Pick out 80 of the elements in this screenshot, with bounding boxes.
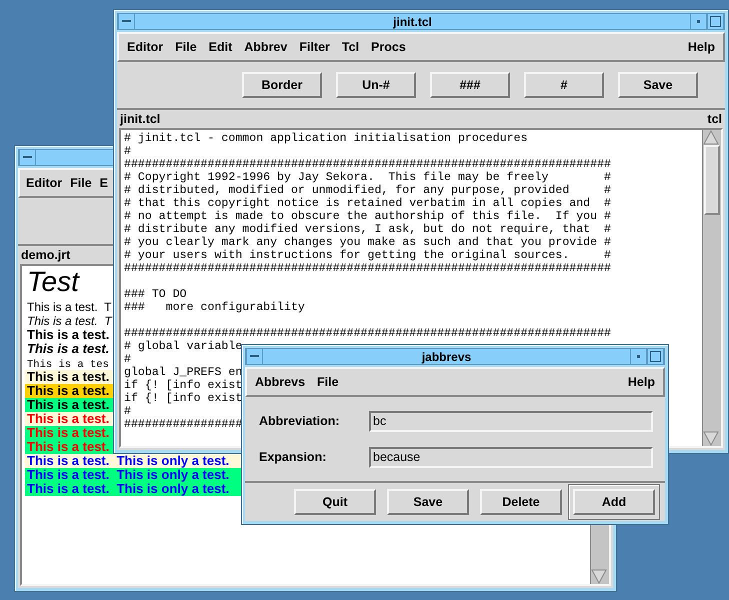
down-arrow-icon[interactable] bbox=[591, 569, 607, 584]
styled-text: This is a test. bbox=[27, 383, 110, 398]
styled-text: This is a test. bbox=[27, 341, 110, 356]
code-line: ###################################################################### bbox=[124, 262, 612, 275]
code-line: if {! [info exist bbox=[124, 379, 242, 392]
mode-label: tcl bbox=[707, 112, 722, 126]
toolbar-button[interactable]: ### bbox=[430, 72, 510, 98]
menu-item[interactable]: E bbox=[96, 174, 112, 192]
down-arrow-icon[interactable] bbox=[703, 431, 719, 446]
styled-text: This is a test. This is only a test. bbox=[27, 481, 230, 496]
window-menu-button[interactable] bbox=[118, 14, 135, 29]
code-line: # distributed, modified or unmodified, for any purpose, provided # bbox=[124, 184, 612, 197]
code-line: if {! [info exist bbox=[124, 392, 242, 405]
maximize-button[interactable] bbox=[647, 349, 664, 364]
window-menu-button[interactable] bbox=[19, 150, 36, 165]
styled-text: This is a test. T bbox=[27, 300, 112, 314]
menu-item[interactable]: Help bbox=[624, 373, 659, 391]
code-line: ### more configurability bbox=[124, 301, 305, 314]
code-line: # Copyright 1992-1996 by Jay Sekora. This file may be freely # bbox=[124, 171, 612, 184]
code-line: # distribute any modified versions, I ask, but do not require, that # bbox=[124, 223, 612, 236]
code-line: ### TO DO bbox=[124, 288, 187, 301]
file-name: demo.jrt bbox=[21, 248, 70, 262]
styled-text: This is a test. bbox=[27, 327, 110, 342]
field-label: Expansion: bbox=[259, 450, 328, 464]
square-icon bbox=[710, 16, 721, 27]
menu-item[interactable]: Abbrevs bbox=[251, 373, 310, 391]
styled-text: This is a test. This is only a test. bbox=[27, 453, 230, 468]
code-line: # bbox=[124, 353, 131, 366]
code-line: # your users with instructions for getting the original sources. # bbox=[124, 249, 612, 262]
toolbar-button[interactable]: Save bbox=[618, 72, 698, 98]
code-line: ################# bbox=[124, 418, 242, 431]
maximize-button[interactable] bbox=[707, 14, 724, 29]
menu-item[interactable]: Abbrev bbox=[240, 38, 292, 56]
square-icon bbox=[650, 351, 661, 362]
menu-item[interactable]: Tcl bbox=[338, 38, 364, 56]
menu-item[interactable]: File bbox=[66, 174, 96, 192]
code-line: ###################################################################### bbox=[124, 158, 612, 171]
minimize-button[interactable] bbox=[690, 14, 707, 29]
styled-text: This is a test. bbox=[27, 397, 110, 412]
field-label: Abbreviation: bbox=[259, 414, 341, 428]
menu-item[interactable]: Editor bbox=[22, 174, 66, 192]
styled-text: This is a test. This is only a test. bbox=[27, 467, 230, 482]
dialog-button[interactable]: Add bbox=[568, 484, 660, 520]
code-line: ###################################################################### bbox=[124, 327, 612, 340]
scrollbar[interactable] bbox=[702, 130, 721, 446]
dash-icon bbox=[122, 20, 131, 23]
code-line: # no attempt is made to obscure the authorship of this file. If you # bbox=[124, 210, 612, 223]
menu-item[interactable]: File bbox=[313, 373, 343, 391]
styled-text: This is a tes bbox=[27, 359, 109, 371]
code-line: # bbox=[124, 405, 131, 418]
window-title: jinit.tcl bbox=[392, 14, 433, 28]
code-line: # that this copyright notice is retained verbatim in all copies and # bbox=[124, 197, 612, 210]
input-field[interactable]: because bbox=[369, 446, 653, 468]
styled-text: This is a test. bbox=[27, 439, 110, 454]
menu-item[interactable]: Procs bbox=[367, 38, 410, 56]
code-line: # jinit.tcl - common application initialisation procedures bbox=[124, 132, 528, 145]
menu-item[interactable]: Filter bbox=[295, 38, 334, 56]
dash-icon bbox=[250, 355, 259, 358]
menu-item[interactable]: Edit bbox=[204, 38, 236, 56]
code-line: # global variable bbox=[124, 340, 242, 353]
code-line: # bbox=[124, 145, 131, 158]
dash-icon bbox=[23, 156, 32, 159]
styled-text: This is a test. bbox=[27, 369, 110, 384]
menu-item[interactable]: File bbox=[171, 38, 201, 56]
code-line: # you clearly mark any changes you make as such and that you provide # bbox=[124, 236, 612, 249]
toolbar-button[interactable]: Border bbox=[242, 72, 322, 98]
menu-item[interactable]: Editor bbox=[123, 38, 168, 56]
toolbar-button[interactable]: Un-# bbox=[336, 72, 416, 98]
file-name: jinit.tcl bbox=[120, 112, 160, 126]
minimize-button[interactable] bbox=[630, 349, 647, 364]
menu-item[interactable]: Help bbox=[684, 38, 719, 56]
styled-text: This is a test. T bbox=[27, 314, 112, 328]
window-title: jabbrevs bbox=[420, 350, 472, 364]
toolbar-button[interactable]: # bbox=[524, 72, 604, 98]
input-field[interactable]: bc bbox=[369, 410, 653, 432]
window-menu-button[interactable] bbox=[246, 349, 263, 364]
up-arrow-icon[interactable] bbox=[703, 130, 719, 145]
styled-text: Test bbox=[27, 266, 79, 297]
styled-text: This is a test. bbox=[27, 411, 110, 426]
styled-text: This is a test. bbox=[27, 425, 110, 440]
